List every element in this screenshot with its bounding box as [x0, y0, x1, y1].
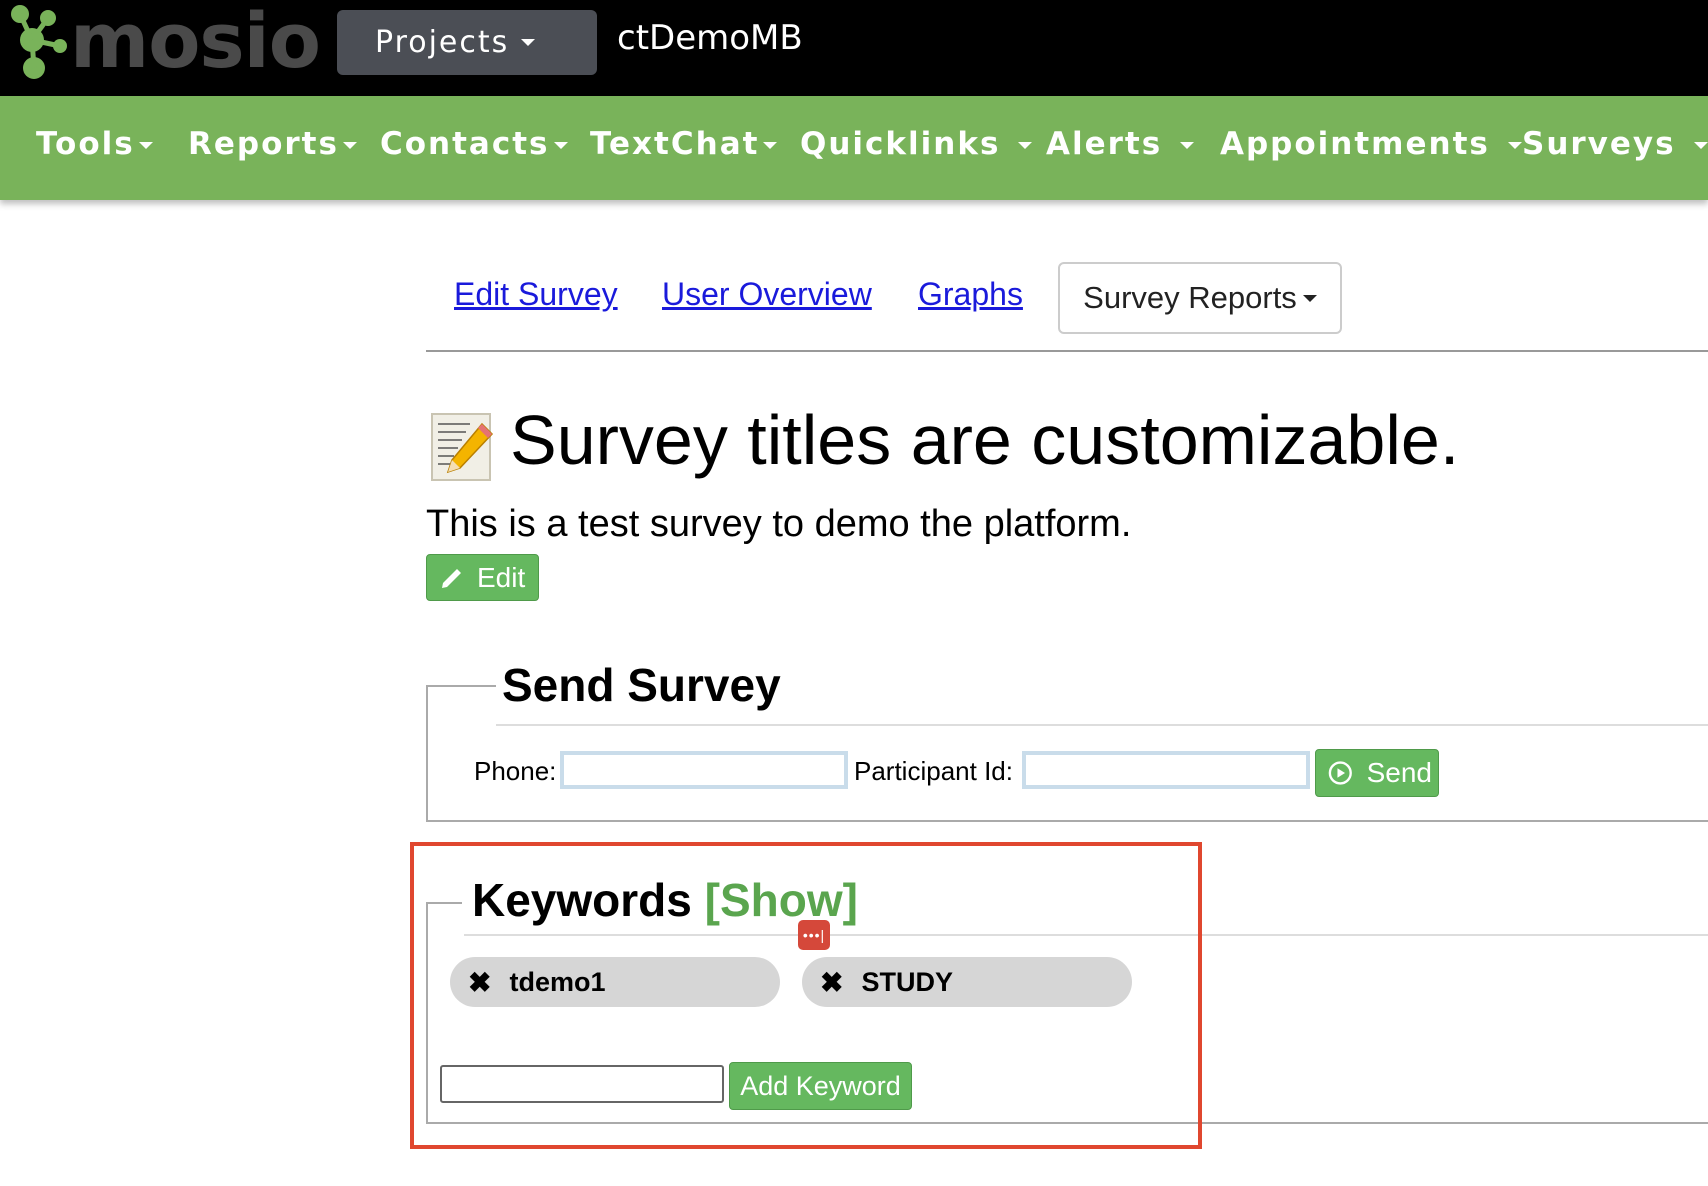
chevron-down-icon — [521, 39, 536, 46]
chevron-down-icon — [1180, 142, 1195, 149]
edit-button[interactable]: Edit — [426, 554, 539, 601]
mosio-logo[interactable]: mosio — [8, 0, 328, 85]
projects-dropdown[interactable]: Projects — [337, 10, 597, 75]
chevron-down-icon — [138, 142, 153, 149]
send-survey-border-bottom — [426, 820, 1708, 822]
survey-subnav: Edit Survey User Overview Graphs Survey … — [426, 258, 1708, 352]
send-survey-border-top — [426, 685, 496, 687]
nav-textchat[interactable]: TextChat — [590, 126, 778, 162]
participant-id-label: Participant Id: — [854, 756, 1013, 786]
project-name: ctDemoMB — [617, 18, 803, 58]
nav-quicklinks-label: Quicklinks — [800, 126, 1001, 162]
nav-alerts[interactable]: Alerts — [1046, 126, 1195, 162]
participant-id-input[interactable] — [1022, 751, 1310, 789]
nav-quicklinks[interactable]: Quicklinks — [800, 126, 1033, 162]
user-overview-link[interactable]: User Overview — [662, 276, 872, 313]
edit-survey-link[interactable]: Edit Survey — [454, 276, 618, 313]
survey-description: This is a test survey to demo the platfo… — [426, 503, 1132, 545]
nav-textchat-label: TextChat — [590, 126, 760, 162]
keywords-highlight-box — [410, 842, 1202, 1149]
send-label: Send — [1366, 757, 1432, 788]
send-button[interactable]: Send — [1315, 749, 1439, 797]
nav-reports-label: Reports — [188, 126, 339, 162]
nav-contacts[interactable]: Contacts — [380, 126, 568, 162]
nav-tools[interactable]: Tools — [36, 126, 153, 162]
memo-icon — [431, 413, 494, 481]
nav-surveys-label: Surveys — [1522, 126, 1676, 162]
survey-title: Survey titles are customizable. — [510, 401, 1460, 479]
logo-wordmark: mosio — [70, 0, 321, 85]
graphs-link[interactable]: Graphs — [918, 276, 1023, 313]
phone-label: Phone: — [474, 756, 557, 786]
nav-appointments[interactable]: Appointments — [1220, 126, 1522, 162]
nav-alerts-label: Alerts — [1046, 126, 1163, 162]
send-survey-border-left — [426, 685, 428, 822]
subnav-divider — [426, 350, 1708, 352]
pencil-icon — [442, 568, 461, 588]
projects-label: Projects — [375, 25, 510, 60]
nav-surveys[interactable]: Surveys — [1522, 126, 1708, 162]
edit-label: Edit — [477, 561, 526, 593]
chevron-down-icon — [1302, 294, 1317, 302]
molecule-icon — [11, 5, 67, 79]
chevron-down-icon — [1018, 142, 1033, 149]
survey-reports-dropdown[interactable]: Survey Reports — [1058, 262, 1342, 334]
chevron-down-icon — [1693, 142, 1708, 149]
top-bar: mosio Projects ctDemoMB — [0, 0, 1708, 96]
nav-appointments-label: Appointments — [1220, 126, 1490, 162]
chevron-down-icon — [342, 142, 357, 149]
send-survey-heading: Send Survey — [502, 659, 781, 711]
nav-reports[interactable]: Reports — [188, 126, 357, 162]
chevron-down-icon — [763, 142, 778, 149]
nav-contacts-label: Contacts — [380, 126, 550, 162]
chevron-down-icon — [553, 142, 568, 149]
chevron-down-icon — [1507, 142, 1522, 149]
phone-input[interactable] — [560, 751, 848, 789]
main-nav: Tools Reports Contacts TextChat Quicklin… — [0, 96, 1708, 200]
send-survey-rule — [496, 724, 1708, 726]
survey-reports-label: Survey Reports — [1083, 280, 1297, 315]
play-circle-icon — [1328, 761, 1352, 785]
nav-tools-label: Tools — [36, 126, 135, 162]
